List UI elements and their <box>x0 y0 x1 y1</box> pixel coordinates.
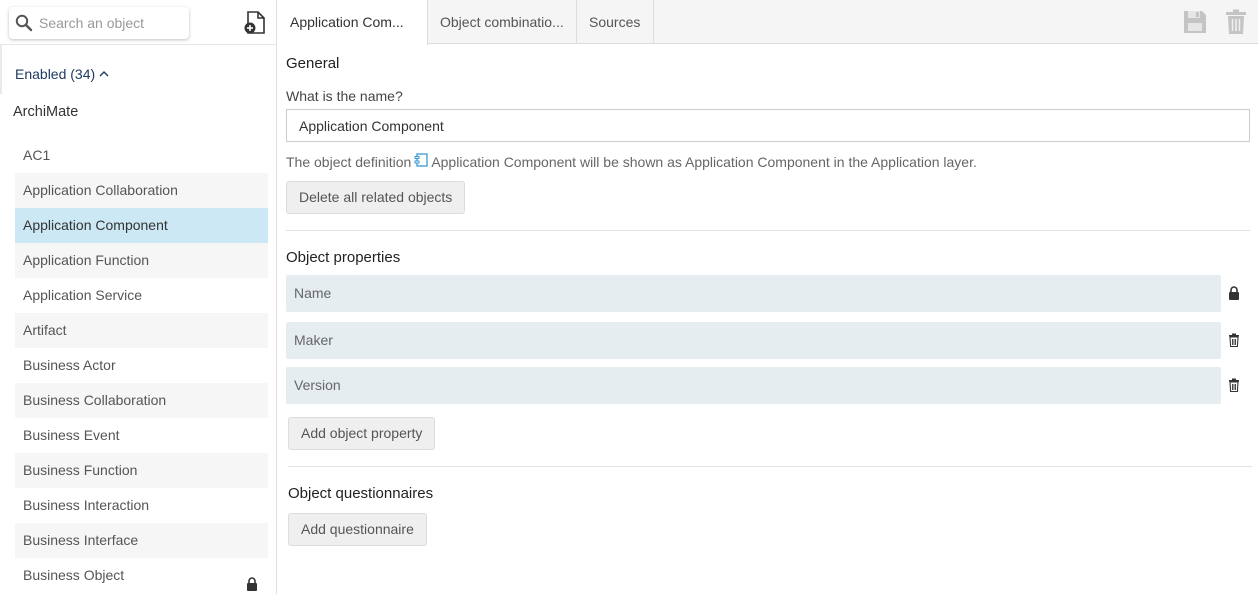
list-item[interactable]: Business Interaction <box>15 488 268 523</box>
list-item-label: Application Function <box>23 252 150 268</box>
divider <box>288 466 1252 467</box>
search-box[interactable] <box>9 7 189 39</box>
list-item[interactable]: Business Object <box>15 558 268 593</box>
lock-icon <box>246 569 258 594</box>
list-item-label: Business Collaboration <box>23 392 167 408</box>
save-icon <box>1184 11 1206 33</box>
trash-icon[interactable] <box>1228 333 1242 349</box>
tab-sources[interactable]: Sources <box>577 0 654 44</box>
definition-suffix: Application Component will be shown as A… <box>431 153 977 170</box>
property-label: Version <box>294 377 341 393</box>
list-item-label: Artifact <box>23 322 67 338</box>
definition-prefix: The object definition <box>286 153 412 170</box>
list-item[interactable]: Application Collaboration <box>15 173 268 208</box>
tab-application-component[interactable]: Application Com... <box>278 0 428 45</box>
list-item-label: Application Service <box>23 287 143 303</box>
main-panel: General What is the name? The object def… <box>278 45 1258 594</box>
trash-icon[interactable] <box>1228 378 1242 394</box>
list-item-label: AC1 <box>23 147 51 163</box>
list-item[interactable]: Business Function <box>15 453 268 488</box>
new-file-icon <box>244 11 265 34</box>
object-list: AC1 Application Collaboration Applicatio… <box>15 138 268 593</box>
add-questionnaire-button[interactable]: Add questionnaire <box>288 513 427 546</box>
name-input[interactable] <box>286 109 1250 142</box>
save-button[interactable] <box>1181 8 1209 36</box>
tab-label: Object combinatio... <box>440 14 564 30</box>
definition-text: The object definition Application Compon… <box>286 153 977 170</box>
delete-button[interactable] <box>1222 8 1250 36</box>
chevron-up-icon <box>99 71 109 77</box>
list-item[interactable]: Application Function <box>15 243 268 278</box>
list-item[interactable]: Application Service <box>15 278 268 313</box>
list-item-label: Business Actor <box>23 357 116 373</box>
list-item-label: Business Object <box>23 567 125 583</box>
trash-icon <box>1226 9 1246 34</box>
list-item-label: Business Function <box>23 462 138 478</box>
divider <box>286 230 1250 231</box>
list-item[interactable]: Business Interface <box>15 523 268 558</box>
enabled-toggle[interactable]: Enabled (34) <box>15 66 109 82</box>
list-item-label: Business Interface <box>23 532 139 548</box>
search-icon <box>9 7 39 39</box>
list-item[interactable]: Business Event <box>15 418 268 453</box>
property-row-name[interactable]: Name <box>286 275 1221 312</box>
sidebar-divider <box>0 44 277 45</box>
property-row-maker[interactable]: Maker <box>286 322 1221 359</box>
list-item-label: Business Interaction <box>23 497 150 513</box>
tab-bar: Application Com... Object combinatio... … <box>278 0 1258 45</box>
list-item-label: Application Component <box>23 217 168 233</box>
application-component-icon <box>414 153 428 170</box>
lock-icon <box>1228 286 1242 302</box>
list-item[interactable]: Artifact <box>15 313 268 348</box>
properties-title: Object properties <box>286 249 401 266</box>
list-item[interactable]: Business Actor <box>15 348 268 383</box>
list-item-label: Business Event <box>23 427 120 443</box>
object-sidebar: Enabled (34) ArchiMate AC1 Application C… <box>0 0 277 594</box>
name-question: What is the name? <box>286 88 403 104</box>
property-label: Name <box>294 285 332 301</box>
new-object-button[interactable] <box>242 10 268 36</box>
search-input[interactable] <box>39 15 184 31</box>
tab-label: Sources <box>589 14 641 30</box>
list-item[interactable]: Business Collaboration <box>15 383 268 418</box>
property-label: Maker <box>294 332 333 348</box>
tab-object-combinations[interactable]: Object combinatio... <box>428 0 577 44</box>
questionnaires-title: Object questionnaires <box>288 485 434 502</box>
list-item-label: Application Collaboration <box>23 182 178 198</box>
enabled-marker <box>0 44 2 94</box>
list-item[interactable]: AC1 <box>15 138 268 173</box>
delete-related-button[interactable]: Delete all related objects <box>286 181 466 214</box>
group-title: ArchiMate <box>13 104 79 120</box>
property-row-version[interactable]: Version <box>286 367 1221 404</box>
general-title: General <box>286 55 340 72</box>
list-item-selected[interactable]: Application Component <box>15 208 268 243</box>
enabled-label: Enabled (34) <box>15 66 96 82</box>
tab-label: Application Com... <box>290 14 404 30</box>
add-property-button[interactable]: Add object property <box>288 417 436 450</box>
